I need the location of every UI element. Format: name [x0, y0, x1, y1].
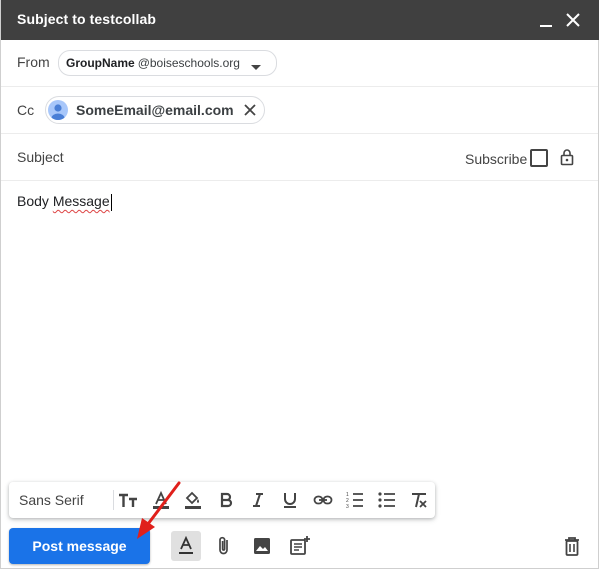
dropdown-arrow-icon: [250, 60, 262, 74]
minimize-icon[interactable]: [534, 8, 558, 32]
text-cursor: [110, 193, 112, 211]
insert-photo-icon[interactable]: [247, 531, 277, 561]
cc-recipient-email: SomeEmail@email.com: [76, 102, 234, 118]
attach-file-icon[interactable]: [209, 531, 239, 561]
insert-template-icon[interactable]: [285, 531, 315, 561]
lock-icon[interactable]: [558, 148, 576, 166]
toolbar-divider: [113, 490, 114, 510]
bold-icon[interactable]: [214, 488, 238, 512]
post-message-button[interactable]: Post message: [9, 528, 150, 564]
subject-label: Subject: [17, 149, 64, 165]
remove-formatting-icon[interactable]: [407, 488, 431, 512]
subscribe-checkbox[interactable]: [530, 149, 548, 167]
close-icon[interactable]: [561, 8, 585, 32]
link-icon[interactable]: [311, 488, 335, 512]
bulleted-list-icon[interactable]: [375, 488, 399, 512]
text-size-icon[interactable]: [116, 488, 140, 512]
compose-window: Subject to testcollab From GroupName @bo…: [0, 0, 599, 569]
italic-icon[interactable]: [246, 488, 270, 512]
avatar: [48, 100, 68, 120]
from-row: From GroupName @boiseschools.org: [1, 40, 598, 87]
body-text-prefix: Body: [17, 193, 53, 209]
cc-label: Cc: [17, 102, 35, 118]
compose-title: Subject to testcollab: [17, 11, 157, 27]
cc-recipient-chip[interactable]: SomeEmail@email.com: [45, 96, 265, 124]
formatting-toolbar: Sans Serif 123: [9, 482, 435, 518]
remove-recipient-icon[interactable]: [242, 102, 258, 121]
highlight-color-icon[interactable]: [181, 488, 205, 512]
from-group-name: GroupName: [66, 56, 135, 70]
message-body[interactable]: Body Message: [17, 193, 112, 211]
subscribe-label: Subscribe: [465, 151, 528, 167]
from-selector[interactable]: GroupName @boiseschools.org: [58, 50, 277, 76]
from-label: From: [17, 54, 50, 70]
underline-icon[interactable]: [278, 488, 302, 512]
font-family-select[interactable]: Sans Serif: [19, 492, 84, 508]
text-color-icon[interactable]: [149, 488, 173, 512]
svg-text:3: 3: [346, 504, 349, 510]
body-text-word: Message: [52, 193, 110, 209]
subject-row[interactable]: Subject Subscribe: [1, 134, 598, 181]
compose-titlebar: Subject to testcollab: [1, 0, 599, 40]
trash-icon[interactable]: [557, 531, 587, 561]
cc-row: Cc SomeEmail@email.com: [1, 87, 598, 134]
formatting-options-icon[interactable]: [171, 531, 201, 561]
numbered-list-icon[interactable]: 123: [343, 488, 367, 512]
from-domain: @boiseschools.org: [137, 56, 240, 70]
